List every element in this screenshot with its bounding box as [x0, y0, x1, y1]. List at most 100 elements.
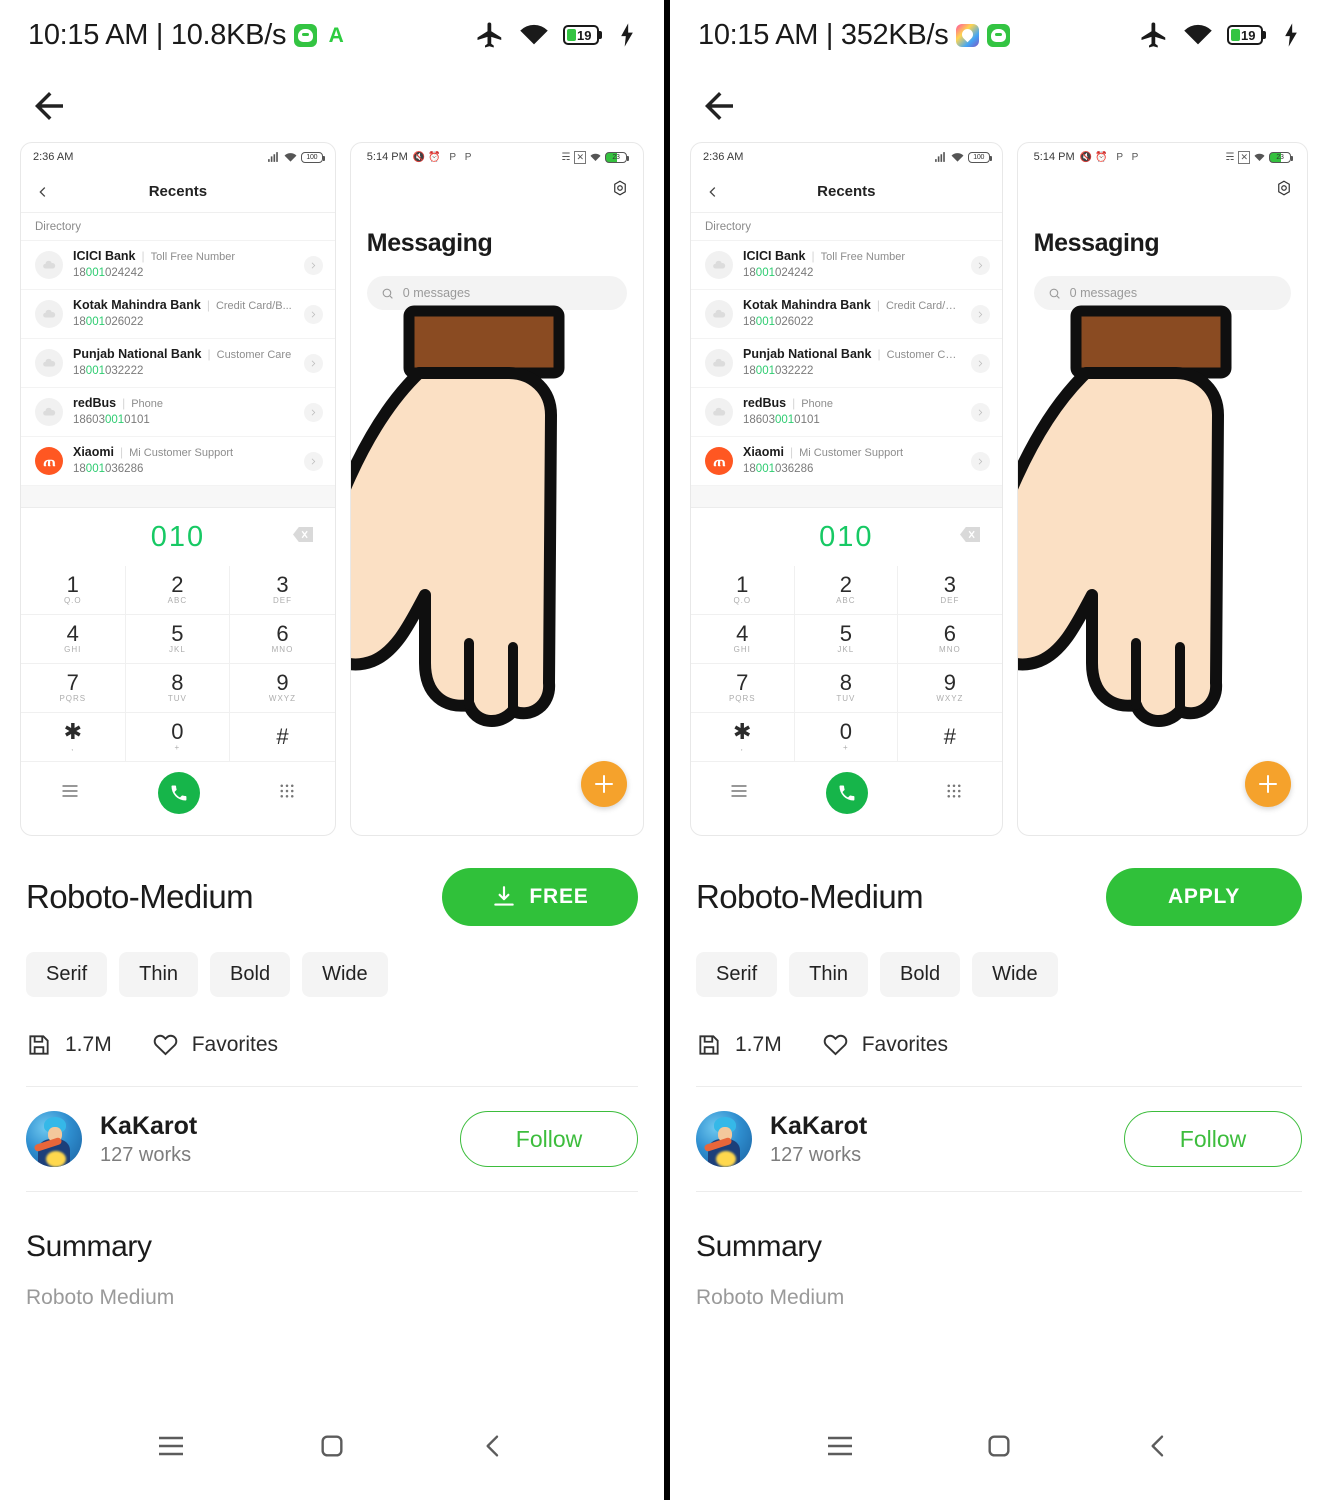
back-chevron-icon[interactable]	[705, 184, 721, 200]
tag-serif[interactable]: Serif	[26, 952, 108, 997]
list-item[interactable]: Punjab National Bank | Customer Care 180…	[21, 339, 335, 388]
dialpad-key-hash[interactable]: #	[230, 713, 335, 762]
dialpad-key-9[interactable]: 9 WXYZ	[230, 664, 335, 713]
list-item[interactable]: Kotak Mahindra Bank | Credit Card/B... 1…	[691, 290, 1002, 339]
dialpad-key-2[interactable]: 2 ABC	[794, 566, 899, 615]
chevron-right-icon[interactable]	[303, 353, 323, 373]
dialpad-key-4[interactable]: 4 GHI	[21, 615, 126, 664]
keypad-icon[interactable]	[278, 782, 296, 805]
dialpad-key-star[interactable]: ✱,	[21, 713, 126, 762]
dialpad-key-star[interactable]: ✱,	[691, 713, 795, 762]
contact-tag: Toll Free Number	[150, 251, 235, 263]
favorites-label: Favorites	[191, 1032, 279, 1056]
favorites-action[interactable]: Favorites	[152, 1031, 278, 1058]
author-row[interactable]: KaKarot 127 works Follow	[26, 1087, 638, 1191]
preview-dialer-screenshot[interactable]: 2:36 AM 100 Recents Directory ICICI Bank…	[690, 142, 1003, 836]
menu-icon[interactable]	[729, 781, 749, 806]
list-item[interactable]: Punjab National Bank | Customer Care 180…	[691, 339, 1002, 388]
chevron-right-icon[interactable]	[303, 255, 323, 275]
preview-messaging-screenshot[interactable]: 5:14 PM 🔇⏰ P P ☴ ✕ 23 Messaging 0 messag…	[1016, 142, 1308, 836]
preview-dialer-screenshot[interactable]: 2:36 AM 100 Recents Directory ICICI Bank…	[20, 142, 336, 836]
list-item[interactable]: Kotak Mahindra Bank | Credit Card/B... 1…	[21, 290, 335, 339]
status-bar-left: 10:15 AM | 352KB/s	[698, 19, 1011, 52]
dialpad-key-8[interactable]: 8 TUV	[125, 664, 231, 713]
key-digit: 2	[839, 572, 852, 598]
author-name: KaKarot	[100, 1111, 198, 1140]
chevron-right-icon[interactable]	[970, 402, 990, 422]
tag-bold[interactable]: Bold	[880, 952, 961, 997]
back-arrow-icon[interactable]	[28, 85, 70, 127]
call-button[interactable]	[826, 772, 869, 814]
chevron-right-icon[interactable]	[970, 353, 990, 373]
tag-bold[interactable]: Bold	[210, 952, 291, 997]
tag-wide[interactable]: Wide	[972, 952, 1058, 997]
dialpad-key-1[interactable]: 1 Q.O	[691, 566, 795, 615]
tag-serif[interactable]: Serif	[696, 952, 778, 997]
call-button[interactable]	[157, 772, 200, 814]
dialpad-key-0[interactable]: 0 +	[794, 713, 899, 762]
back-chevron-icon[interactable]	[35, 184, 51, 200]
dialpad-key-2[interactable]: 2 ABC	[125, 566, 231, 615]
dialpad-key-7[interactable]: 7 PQRS	[691, 664, 795, 713]
dialpad-key-3[interactable]: 3 DEF	[898, 566, 1002, 615]
apply-button[interactable]: APPLY	[1106, 868, 1302, 926]
dialpad-key-5[interactable]: 5 JKL	[794, 615, 899, 664]
dialed-number-field[interactable]: 010	[21, 508, 335, 566]
dialpad-key-9[interactable]: 9 WXYZ	[898, 664, 1002, 713]
new-message-fab-button[interactable]	[1245, 761, 1291, 807]
list-item[interactable]: ICICI Bank | Toll Free Number 1800102424…	[691, 241, 1002, 290]
menu-icon[interactable]	[149, 1424, 193, 1468]
list-item[interactable]: ጠ Xiaomi | Mi Customer Support 180010362…	[21, 437, 335, 486]
search-input[interactable]: 0 messages	[366, 276, 627, 310]
dialpad-key-7[interactable]: 7 PQRS	[21, 664, 126, 713]
backspace-icon[interactable]	[959, 527, 980, 547]
home-square-icon[interactable]	[310, 1424, 354, 1468]
search-input[interactable]: 0 messages	[1033, 276, 1291, 310]
dialpad-key-8[interactable]: 8 TUV	[794, 664, 899, 713]
tag-wide[interactable]: Wide	[302, 952, 388, 997]
chevron-right-icon[interactable]	[970, 255, 990, 275]
download-free-button[interactable]: FREE	[442, 868, 638, 926]
dialpad-key-hash[interactable]: #	[898, 713, 1002, 762]
menu-icon[interactable]	[818, 1424, 862, 1468]
dialed-number-field[interactable]: 010	[691, 508, 1002, 566]
dialpad-key-1[interactable]: 1 Q.O	[21, 566, 126, 615]
cloud-icon	[705, 251, 733, 279]
follow-button[interactable]: Follow	[1124, 1111, 1302, 1167]
author-row[interactable]: KaKarot 127 works Follow	[696, 1087, 1302, 1191]
menu-icon[interactable]	[60, 781, 80, 806]
dialpad-key-5[interactable]: 5 JKL	[125, 615, 231, 664]
dialpad-key-0[interactable]: 0 +	[125, 713, 231, 762]
dialpad-key-4[interactable]: 4 GHI	[691, 615, 795, 664]
list-item[interactable]: redBus | Phone 186030010101	[21, 388, 335, 437]
tag-thin[interactable]: Thin	[789, 952, 869, 997]
follow-button[interactable]: Follow	[460, 1111, 638, 1167]
chevron-right-icon[interactable]	[303, 304, 323, 324]
favorites-action[interactable]: Favorites	[822, 1031, 948, 1058]
status-bar-right: 19	[1139, 20, 1302, 50]
chevron-right-icon[interactable]	[303, 402, 323, 422]
gear-icon[interactable]	[611, 179, 629, 202]
list-item[interactable]: redBus | Phone 186030010101	[691, 388, 1002, 437]
status-bar-left: 10:15 AM | 10.8KB/s A	[28, 19, 347, 52]
preview-messaging-screenshot[interactable]: 5:14 PM 🔇⏰ P P ☴ ✕ 23 Messaging 0 messag…	[349, 142, 644, 836]
list-item[interactable]: ጠ Xiaomi | Mi Customer Support 180010362…	[691, 437, 1002, 486]
directory-list: ICICI Bank | Toll Free Number 1800102424…	[691, 241, 1002, 486]
list-item[interactable]: ICICI Bank | Toll Free Number 1800102424…	[21, 241, 335, 290]
chevron-right-icon[interactable]	[970, 451, 990, 471]
chevron-right-icon[interactable]	[303, 451, 323, 471]
dialpad-key-6[interactable]: 6 MNO	[230, 615, 335, 664]
gear-icon[interactable]	[1275, 179, 1293, 202]
back-arrow-icon[interactable]	[698, 85, 740, 127]
dialpad-key-3[interactable]: 3 DEF	[230, 566, 335, 615]
home-square-icon[interactable]	[977, 1424, 1021, 1468]
status-misc-icons: 🔇⏰ P P	[412, 151, 475, 163]
dialpad-key-6[interactable]: 6 MNO	[898, 615, 1002, 664]
new-message-fab-button[interactable]	[581, 761, 627, 807]
chevron-right-icon[interactable]	[970, 304, 990, 324]
backspace-icon[interactable]	[292, 527, 313, 547]
back-chevron-icon[interactable]	[1136, 1424, 1180, 1468]
back-chevron-icon[interactable]	[471, 1424, 515, 1468]
keypad-icon[interactable]	[945, 782, 963, 805]
tag-thin[interactable]: Thin	[119, 952, 199, 997]
